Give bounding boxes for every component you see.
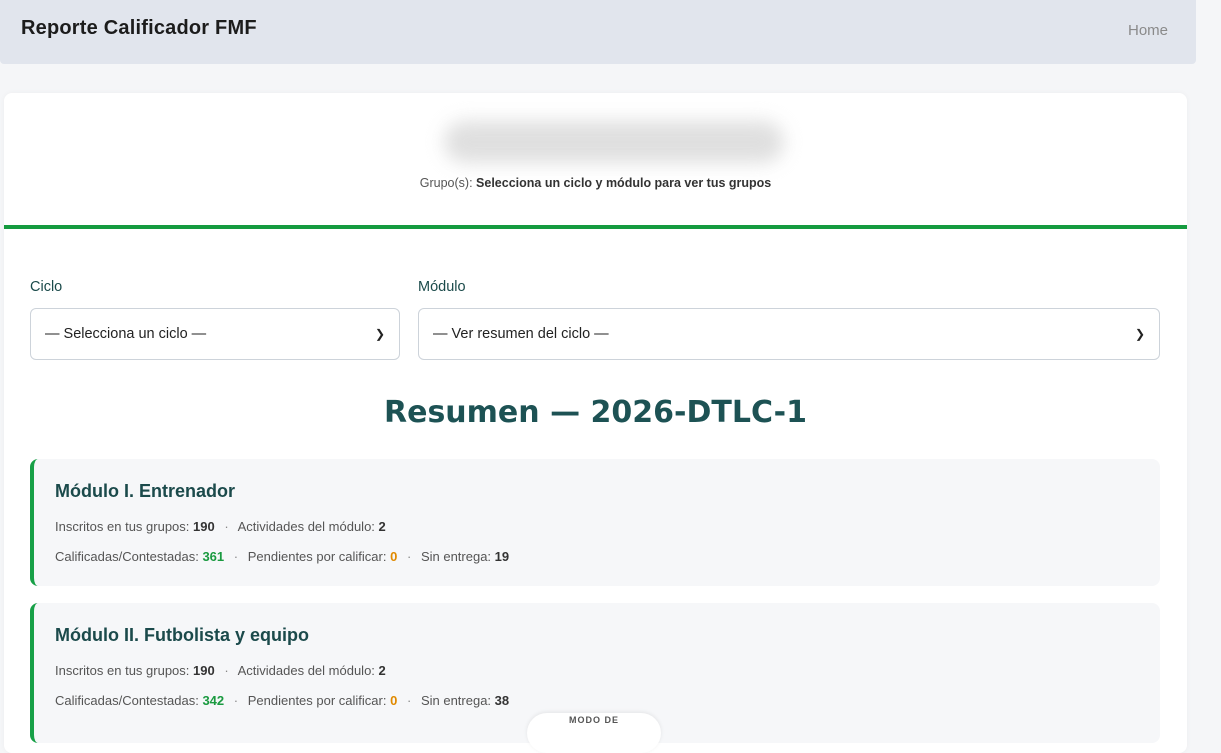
- header-divider: [4, 225, 1187, 229]
- module-stats-grading: Calificadas/Contestadas: 361 · Pendiente…: [55, 549, 509, 564]
- modulo-selected-value: — Ver resumen del ciclo —: [433, 326, 609, 342]
- module-stats-enrollment: Inscritos en tus grupos: 190 · Actividad…: [55, 519, 386, 534]
- calificadas-value: 361: [202, 549, 225, 564]
- blurred-user-name: [444, 121, 784, 163]
- module-title: Módulo I. Entrenador: [55, 481, 235, 501]
- ciclo-label: Ciclo: [30, 279, 63, 295]
- actividades-value: 2: [378, 663, 386, 678]
- pendientes-value: 0: [390, 549, 398, 564]
- mode-toggle-label: MODO DE: [568, 715, 619, 725]
- chevron-down-icon: ❯: [374, 327, 385, 341]
- inscritos-value: 190: [193, 663, 215, 678]
- module-title: Módulo II. Futbolista y equipo: [55, 625, 309, 645]
- sin-entrega-label: Sin entrega:: [420, 693, 492, 708]
- inscritos-value: 190: [193, 519, 215, 534]
- summary-title: Resumen — 2026-DTLC-1: [384, 395, 807, 430]
- inscritos-label: Inscritos en tus grupos:: [55, 663, 190, 678]
- modulo-select[interactable]: — Ver resumen del ciclo — ❯: [418, 308, 1160, 360]
- ciclo-select[interactable]: — Selecciona un ciclo — ❯: [30, 308, 400, 360]
- ciclo-selected-value: — Selecciona un ciclo —: [45, 326, 207, 342]
- pendientes-label: Pendientes por calificar:: [247, 693, 387, 708]
- modulo-label: Módulo: [418, 279, 466, 295]
- pendientes-value: 0: [390, 693, 398, 708]
- calificadas-label: Calificadas/Contestadas:: [55, 693, 199, 708]
- main-card: Grupo(s): Selecciona un ciclo y módulo p…: [4, 93, 1187, 753]
- module-stats-grading: Calificadas/Contestadas: 342 · Pendiente…: [55, 693, 509, 708]
- sin-entrega-value: 19: [494, 549, 510, 564]
- sin-entrega-label: Sin entrega:: [420, 549, 492, 564]
- module-card: Módulo I. Entrenador Inscritos en tus gr…: [30, 459, 1160, 586]
- actividades-label: Actividades del módulo:: [237, 519, 375, 534]
- separator: ·: [406, 549, 412, 564]
- groups-label: Grupo(s):: [419, 176, 473, 190]
- separator: ·: [233, 693, 239, 708]
- separator: ·: [224, 519, 229, 534]
- app-brand[interactable]: Reporte Calificador FMF: [21, 17, 257, 40]
- inscritos-label: Inscritos en tus grupos:: [55, 519, 190, 534]
- actividades-label: Actividades del módulo:: [237, 663, 375, 678]
- separator: ·: [233, 549, 239, 564]
- calificadas-value: 342: [202, 693, 225, 708]
- groups-line: Grupo(s): Selecciona un ciclo y módulo p…: [4, 176, 1187, 190]
- chevron-down-icon: ❯: [1134, 327, 1145, 341]
- module-stats-enrollment: Inscritos en tus grupos: 190 · Actividad…: [55, 663, 386, 678]
- calificadas-label: Calificadas/Contestadas:: [55, 549, 199, 564]
- mode-toggle-button[interactable]: MODO DE: [527, 713, 661, 753]
- separator: ·: [406, 693, 412, 708]
- profile-header: Grupo(s): Selecciona un ciclo y módulo p…: [4, 93, 1187, 227]
- pendientes-label: Pendientes por calificar:: [247, 549, 387, 564]
- separator: ·: [224, 663, 229, 678]
- sin-entrega-value: 38: [494, 693, 510, 708]
- top-navbar: Reporte Calificador FMF Home: [0, 0, 1196, 64]
- actividades-value: 2: [378, 519, 386, 534]
- home-link[interactable]: Home: [1128, 22, 1168, 39]
- groups-value: Selecciona un ciclo y módulo para ver tu…: [476, 176, 772, 190]
